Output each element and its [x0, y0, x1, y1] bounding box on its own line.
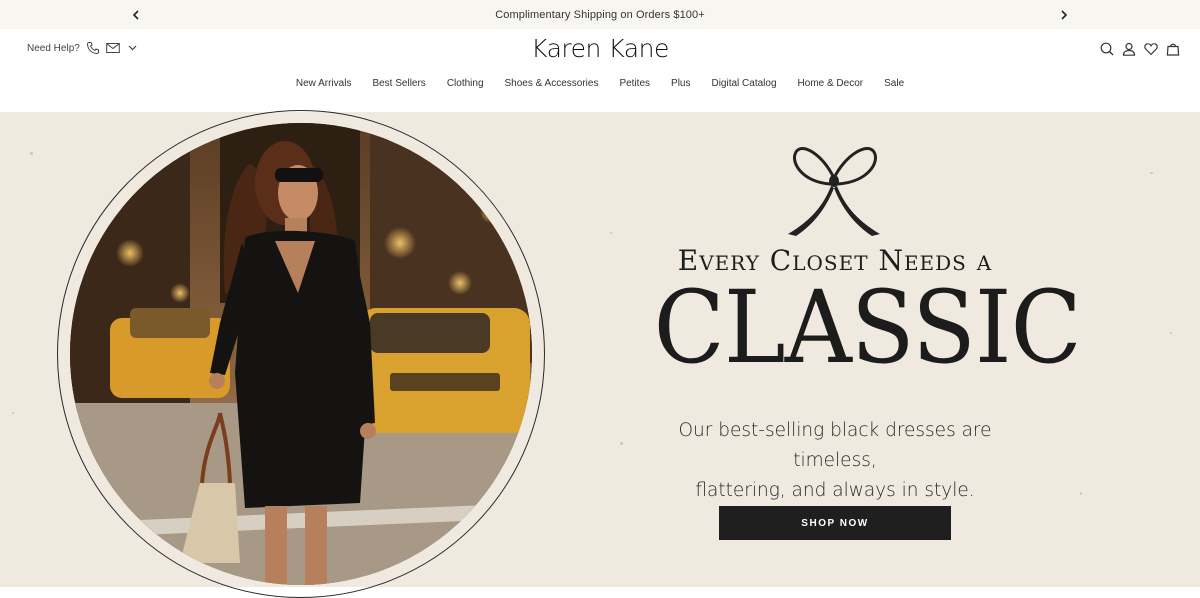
- shop-now-button[interactable]: SHOP NOW: [719, 506, 951, 540]
- bow-illustration: [788, 146, 880, 236]
- paper-texture: [610, 232, 612, 234]
- hero-subtext-line1: Our best-selling black dresses are timel…: [678, 420, 992, 471]
- paper-texture: [1170, 332, 1172, 334]
- nav-item-best-sellers[interactable]: Best Sellers: [372, 78, 425, 89]
- nav-item-shoes-accessories[interactable]: Shoes & Accessories: [505, 78, 599, 89]
- site-header: Need Help? Karen Kane New Arrivals Best …: [0, 29, 1200, 112]
- announcement-text[interactable]: Complimentary Shipping on Orders $100+: [495, 9, 705, 21]
- paper-texture: [12, 412, 14, 414]
- nav-item-sale[interactable]: Sale: [884, 78, 904, 89]
- bag-icon[interactable]: [1166, 42, 1180, 56]
- need-help: Need Help?: [27, 41, 140, 55]
- nav-item-plus[interactable]: Plus: [671, 78, 690, 89]
- nav-item-petites[interactable]: Petites: [619, 78, 650, 89]
- main-navigation: New Arrivals Best Sellers Clothing Shoes…: [0, 78, 1200, 89]
- hero-subtext: Our best-selling black dresses are timel…: [640, 416, 1030, 506]
- chevron-right-icon[interactable]: [1054, 0, 1074, 29]
- chevron-left-icon[interactable]: [126, 0, 146, 29]
- nav-item-home-decor[interactable]: Home & Decor: [798, 78, 864, 89]
- hero-photo: [70, 123, 532, 585]
- paper-texture: [1080, 492, 1082, 495]
- brand-logo[interactable]: Karen Kane: [520, 34, 680, 63]
- nav-item-clothing[interactable]: Clothing: [447, 78, 484, 89]
- paper-texture: [620, 442, 623, 445]
- need-help-label: Need Help?: [27, 42, 80, 54]
- nav-item-new-arrivals[interactable]: New Arrivals: [296, 78, 352, 89]
- paper-texture: [30, 152, 33, 155]
- mail-icon[interactable]: [106, 41, 120, 55]
- announcement-bar: Complimentary Shipping on Orders $100+: [0, 0, 1200, 29]
- chevron-down-icon[interactable]: [126, 41, 140, 55]
- utility-icons: [1100, 42, 1180, 56]
- hero-headline-line2: CLASSIC: [653, 269, 1082, 386]
- hero-subtext-line2: flattering, and always in style.: [695, 480, 975, 501]
- account-icon[interactable]: [1122, 42, 1136, 56]
- wishlist-heart-icon[interactable]: [1144, 42, 1158, 56]
- paper-texture: [1150, 172, 1153, 174]
- search-icon[interactable]: [1100, 42, 1114, 56]
- phone-icon[interactable]: [86, 41, 100, 55]
- nav-item-digital-catalog[interactable]: Digital Catalog: [711, 78, 776, 89]
